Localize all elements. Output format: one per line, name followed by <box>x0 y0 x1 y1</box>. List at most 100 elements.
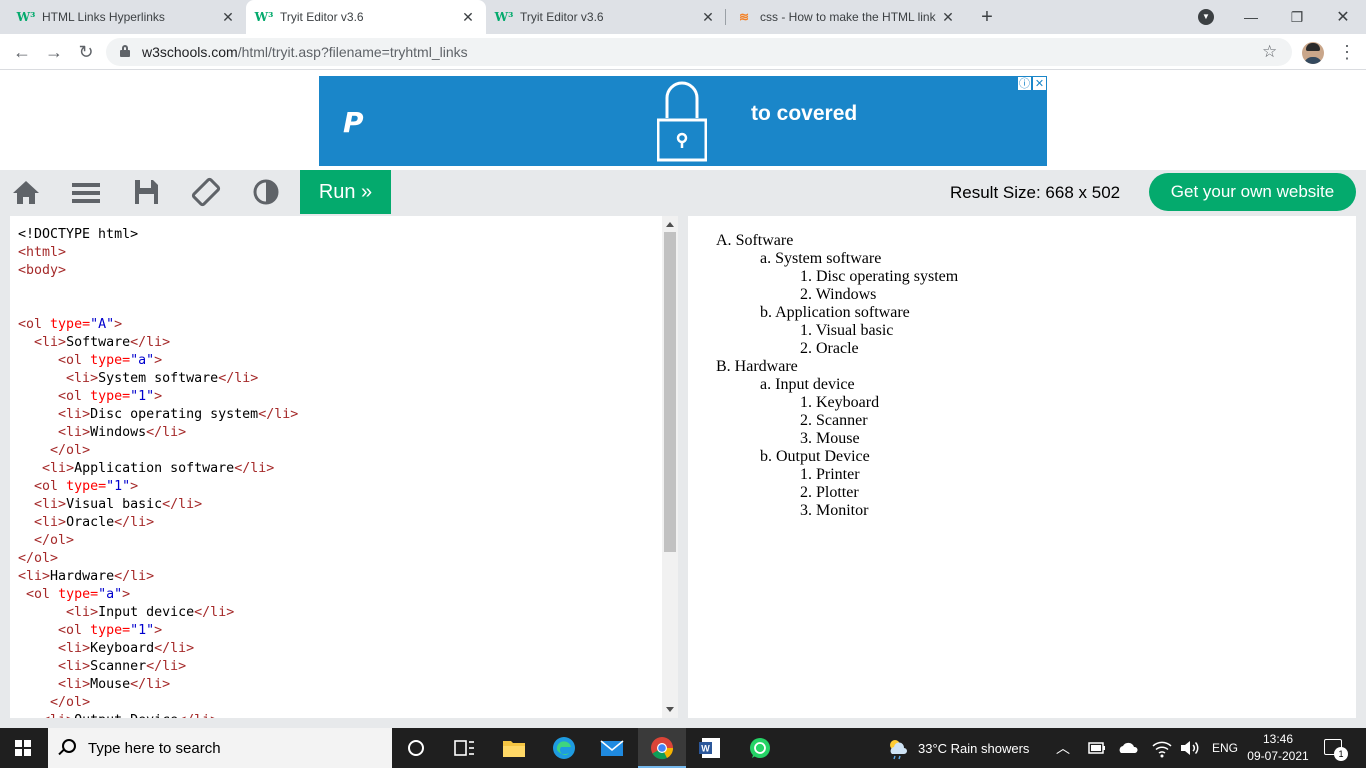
battery-icon[interactable] <box>1085 736 1109 760</box>
chrome-icon[interactable] <box>650 736 674 760</box>
back-arrow-icon[interactable]: ← <box>10 40 34 64</box>
taskbar-search-box[interactable]: Type here to search <box>48 728 392 768</box>
code-line[interactable]: <li>Oracle</li> <box>18 514 298 532</box>
result-list-item: 1. Printer <box>800 466 860 484</box>
scroll-down-arrow-icon[interactable] <box>666 707 674 712</box>
input-language[interactable]: ENG <box>1212 728 1238 768</box>
code-editor[interactable]: <!DOCTYPE html> <html> <body> <ol type="A"… <box>10 216 678 718</box>
ad-choices[interactable]: ⓘ ✕ <box>1017 76 1047 91</box>
code-line[interactable]: <ol type="a"> <box>18 586 298 604</box>
code-text[interactable]: <!DOCTYPE html> <html> <body> <ol type="A"… <box>18 226 298 718</box>
run-button[interactable]: Run » <box>300 170 391 214</box>
code-line[interactable]: <ol type="1"> <box>18 478 298 496</box>
result-list-item: 1. Disc operating system <box>800 268 958 286</box>
restore-window-icon[interactable]: ❐ <box>1274 0 1320 34</box>
code-line[interactable]: <ol type="1"> <box>18 622 298 640</box>
code-line[interactable]: <ol type="a"> <box>18 352 298 370</box>
close-tab-icon[interactable]: ✕ <box>460 9 476 26</box>
code-line[interactable]: <body> <box>18 262 298 280</box>
list-marker: a. <box>760 250 776 267</box>
tab-tryit-editor-active[interactable]: W³ Tryit Editor v3.6 ✕ <box>246 0 486 34</box>
show-hidden-icons-icon[interactable]: ︿ <box>1056 728 1070 768</box>
minimize-window-icon[interactable]: — <box>1228 0 1274 34</box>
profile-avatar[interactable] <box>1302 42 1324 64</box>
notification-center-icon[interactable]: 1 <box>1324 739 1348 761</box>
new-tab-button[interactable]: + <box>976 6 998 28</box>
menu-icon[interactable] <box>71 177 101 207</box>
list-text: Visual basic <box>815 322 894 339</box>
taskbar-clock[interactable]: 13:46 09-07-2021 <box>1243 731 1313 765</box>
list-marker: 2. <box>800 484 816 501</box>
result-list-item: a. Input device <box>760 376 855 394</box>
browser-menu-icon[interactable]: ⋮ <box>1338 42 1356 63</box>
volume-icon[interactable] <box>1178 736 1202 760</box>
code-line[interactable]: <li>Output Device</li> <box>18 712 298 718</box>
scroll-up-arrow-icon[interactable] <box>666 222 674 227</box>
weather-widget[interactable]: 33°C Rain showers <box>886 728 1029 768</box>
rotate-orientation-icon[interactable] <box>191 177 221 207</box>
code-line[interactable]: <li>Hardware</li> <box>18 568 298 586</box>
cortana-icon[interactable] <box>404 736 428 760</box>
list-marker: 2. <box>800 412 816 429</box>
code-line[interactable]: </ol> <box>18 694 298 712</box>
file-explorer-icon[interactable] <box>502 736 526 760</box>
tab-search-icon[interactable]: ▼ <box>1198 9 1214 25</box>
close-tab-icon[interactable]: ✕ <box>700 9 716 26</box>
code-line[interactable]: <li>Input device</li> <box>18 604 298 622</box>
result-list-item: 2. Windows <box>800 286 876 304</box>
code-line[interactable]: <li>Visual basic</li> <box>18 496 298 514</box>
ad-banner[interactable]: P to covered ⓘ ✕ <box>319 76 1047 166</box>
edge-browser-icon[interactable] <box>552 736 576 760</box>
task-view-icon[interactable] <box>452 736 476 760</box>
list-marker: 2. <box>800 286 816 303</box>
code-line[interactable]: <ol type="1"> <box>18 388 298 406</box>
close-window-icon[interactable]: ✕ <box>1320 0 1366 34</box>
code-line[interactable]: </ol> <box>18 550 298 568</box>
word-icon[interactable]: W <box>698 736 722 760</box>
code-line[interactable]: <li>Keyboard</li> <box>18 640 298 658</box>
code-scrollbar[interactable] <box>662 216 678 718</box>
code-line[interactable] <box>18 298 298 316</box>
get-your-own-website-button[interactable]: Get your own website <box>1149 173 1356 211</box>
save-icon[interactable] <box>131 177 161 207</box>
ad-info-icon[interactable]: ⓘ <box>1017 76 1032 91</box>
code-line[interactable]: <li>Disc operating system</li> <box>18 406 298 424</box>
mail-icon[interactable] <box>600 736 624 760</box>
code-line[interactable]: </ol> <box>18 532 298 550</box>
tab-tryit-editor[interactable]: W³ Tryit Editor v3.6 ✕ <box>486 0 726 34</box>
code-line[interactable]: <li>Application software</li> <box>18 460 298 478</box>
windows-start-icon[interactable] <box>15 740 31 756</box>
reload-icon[interactable]: ↻ <box>74 40 98 64</box>
tab-stackoverflow[interactable]: ≋ css - How to make the HTML link ✕ <box>726 0 966 34</box>
tab-title: css - How to make the HTML link <box>760 10 936 24</box>
lock-icon[interactable] <box>120 45 130 57</box>
editor-panes: <!DOCTYPE html> <html> <body> <ol type="A"… <box>0 214 1366 728</box>
forward-arrow-icon[interactable]: → <box>42 40 66 64</box>
tab-title: Tryit Editor v3.6 <box>520 10 604 24</box>
onedrive-cloud-icon[interactable] <box>1116 736 1140 760</box>
code-line[interactable]: <li>Mouse</li> <box>18 676 298 694</box>
code-line[interactable]: <li>Software</li> <box>18 334 298 352</box>
code-line[interactable]: <ol type="A"> <box>18 316 298 334</box>
close-tab-icon[interactable]: ✕ <box>940 9 956 26</box>
code-line[interactable]: <li>Scanner</li> <box>18 658 298 676</box>
tab-html-links[interactable]: W³ HTML Links Hyperlinks ✕ <box>8 0 246 34</box>
scrollbar-thumb[interactable] <box>664 232 676 552</box>
home-icon[interactable] <box>11 177 41 207</box>
whatsapp-icon[interactable] <box>748 736 772 760</box>
wifi-icon[interactable] <box>1150 736 1174 760</box>
bookmark-star-icon[interactable]: ☆ <box>1262 42 1277 62</box>
code-line[interactable]: <li>System software</li> <box>18 370 298 388</box>
code-line[interactable] <box>18 280 298 298</box>
close-tab-icon[interactable]: ✕ <box>220 9 236 26</box>
svg-text:W: W <box>701 744 710 754</box>
address-bar[interactable]: w3schools.com/html/tryit.asp?filename=tr… <box>106 38 1292 66</box>
code-line[interactable]: <li>Windows</li> <box>18 424 298 442</box>
code-line[interactable]: <!DOCTYPE html> <box>18 226 298 244</box>
list-marker: 1. <box>800 322 816 339</box>
code-line[interactable]: <html> <box>18 244 298 262</box>
ad-close-icon[interactable]: ✕ <box>1032 76 1047 91</box>
contrast-theme-icon[interactable] <box>251 177 281 207</box>
code-line[interactable]: </ol> <box>18 442 298 460</box>
list-text: Disc operating system <box>816 268 959 285</box>
